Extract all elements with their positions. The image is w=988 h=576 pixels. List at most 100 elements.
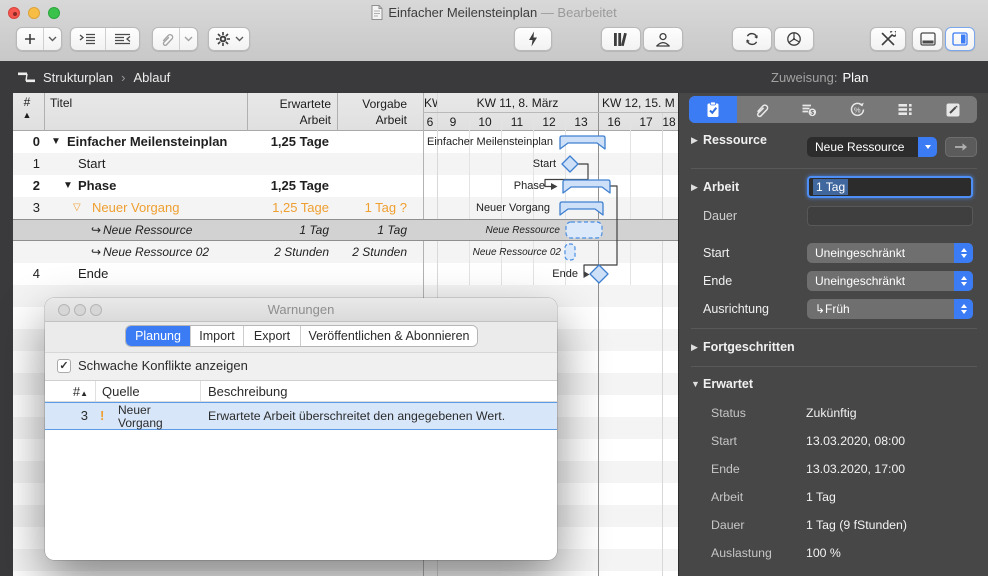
action-menu-button[interactable] <box>208 27 250 51</box>
section-erwartet[interactable]: Erwartet <box>703 376 753 392</box>
conflicts-button[interactable] <box>514 27 552 51</box>
day-header-11[interactable]: 11 <box>501 115 533 129</box>
row-title[interactable]: Ende <box>78 263 108 285</box>
outdent-button[interactable] <box>105 28 139 50</box>
dauer-field[interactable] <box>807 206 973 226</box>
toggle-right-panel-button[interactable] <box>945 27 975 51</box>
document-icon <box>371 5 383 20</box>
add-split-button[interactable] <box>16 27 62 51</box>
attach-button[interactable] <box>153 28 179 50</box>
disclosure-triangle[interactable]: ▶ <box>691 339 698 355</box>
start-popup[interactable]: Uneingeschränkt <box>807 243 973 263</box>
tab-costs[interactable]: $ <box>785 96 833 123</box>
tab-export[interactable]: Export <box>244 326 301 346</box>
add-options-button[interactable] <box>44 28 61 50</box>
disclosure-triangle[interactable]: ▼ <box>691 376 700 392</box>
ausrichtung-value: ↳Früh <box>807 302 954 316</box>
row-title[interactable]: Neuer Vorgang <box>92 197 179 219</box>
table-row-selected[interactable]: ↪ Neue Ressource 1 Tag 1 Tag <box>13 219 678 241</box>
erwartet-start-value: 13.03.2020, 08:00 <box>806 433 905 449</box>
column-header-titel[interactable]: Titel <box>50 96 72 110</box>
resources-button[interactable] <box>643 27 683 51</box>
toggle-bottom-panel-button[interactable] <box>912 27 943 51</box>
breadcrumb-ablauf[interactable]: Ablauf <box>133 70 170 85</box>
warning-badge-icon: ! <box>100 403 104 429</box>
tab-import[interactable]: Import <box>191 326 244 346</box>
warnings-column-num[interactable]: #▲ <box>45 381 88 403</box>
row-vorgabe <box>337 153 423 175</box>
row-title[interactable]: Neue Ressource <box>103 219 192 241</box>
day-header-10[interactable]: 10 <box>469 115 501 129</box>
popup-stepper <box>954 271 973 291</box>
outdent-icon <box>114 33 131 45</box>
table-row[interactable]: ↪ Neue Ressource 02 2 Stunden 2 Stunden <box>13 241 678 263</box>
breadcrumb-structurplan[interactable]: Strukturplan <box>43 70 113 85</box>
column-header-num[interactable]: # ▲ <box>13 96 41 122</box>
library-button[interactable] <box>601 27 641 51</box>
gantt-label-neuer-vorgang: Neuer Vorgang <box>423 201 550 215</box>
ausrichtung-popup[interactable]: ↳Früh <box>807 299 973 319</box>
arbeit-field[interactable]: 1 Tag <box>807 176 973 198</box>
disclosure-triangle[interactable]: ▽ <box>73 197 81 219</box>
add-button[interactable] <box>17 28 43 50</box>
weak-conflicts-checkbox[interactable]: ✓ <box>57 359 71 373</box>
attach-options-button[interactable] <box>180 28 197 50</box>
table-row[interactable]: 1 Start <box>13 153 678 175</box>
week-header-kw12[interactable]: KW 12, 15. M <box>602 96 678 110</box>
row-erwartete: 1,25 Tage <box>247 131 337 153</box>
column-header-erwartete-arbeit[interactable]: Erwartete Arbeit <box>247 96 331 128</box>
table-row[interactable]: 0 ▼ Einfacher Meilensteinplan 1,25 Tage <box>13 131 678 153</box>
column-divider <box>95 381 96 401</box>
person-icon <box>655 32 671 47</box>
note-pencil-icon <box>945 102 961 118</box>
publish-button[interactable] <box>774 27 814 51</box>
tab-planung[interactable]: Planung <box>126 326 191 346</box>
attach-split-button[interactable] <box>152 27 198 51</box>
tab-notes[interactable] <box>929 96 977 123</box>
warning-row[interactable]: 3 ! Neuer Vorgang Erwartete Arbeit übers… <box>45 402 557 430</box>
week-header-kw11[interactable]: KW 11, 8. März <box>437 96 598 110</box>
week-header-partial[interactable]: KW <box>424 96 437 110</box>
go-to-resource-button[interactable] <box>945 137 977 157</box>
ende-popup[interactable]: Uneingeschränkt <box>807 271 973 291</box>
chevron-down-icon <box>184 36 193 42</box>
tab-assignment[interactable] <box>689 96 737 123</box>
add-icon <box>23 32 37 46</box>
ressource-popup[interactable]: Neue Ressource <box>807 137 937 157</box>
disclosure-triangle[interactable]: ▶ <box>691 132 698 148</box>
breadcrumb[interactable]: Strukturplan › Ablauf <box>18 61 170 93</box>
sync-button[interactable] <box>732 27 772 51</box>
tab-links[interactable] <box>737 96 785 123</box>
tab-fields[interactable] <box>881 96 929 123</box>
tab-recurrence[interactable]: % <box>833 96 881 123</box>
row-title[interactable]: Phase <box>78 175 116 197</box>
row-title[interactable]: Einfacher Meilensteinplan <box>67 131 227 153</box>
warnings-column-quelle[interactable]: Quelle <box>102 381 140 403</box>
disclosure-triangle[interactable]: ▶ <box>691 179 698 195</box>
inspector-tab-bar: $ % <box>689 96 977 123</box>
warnings-column-beschreibung[interactable]: Beschreibung <box>208 381 288 403</box>
table-row[interactable]: 3 ▽ Neuer Vorgang 1,25 Tage 1 Tag ? <box>13 197 678 219</box>
column-header-vorgabe-arbeit[interactable]: Vorgabe Arbeit <box>337 96 407 128</box>
day-header-9[interactable]: 9 <box>437 115 469 129</box>
section-fortgeschritten[interactable]: Fortgeschritten <box>703 339 795 355</box>
disclosure-triangle[interactable]: ▼ <box>63 175 73 197</box>
day-header-6[interactable]: 6 <box>423 115 437 129</box>
tab-veroeffentlichen[interactable]: Veröffentlichen & Abonnieren <box>301 326 477 346</box>
day-header-13[interactable]: 13 <box>565 115 597 129</box>
day-header-17[interactable]: 17 <box>630 115 662 129</box>
day-header-18[interactable]: 18 <box>660 115 678 129</box>
day-header-12[interactable]: 12 <box>533 115 565 129</box>
row-title[interactable]: Neue Ressource 02 <box>103 241 209 263</box>
settings-button[interactable] <box>870 27 906 51</box>
row-vorgabe: 1 Tag ? <box>337 197 423 219</box>
ressource-label: Ressource <box>703 132 767 148</box>
indent-button[interactable] <box>71 28 105 50</box>
disclosure-triangle[interactable]: ▼ <box>51 131 61 153</box>
table-row[interactable]: 4 Ende <box>13 263 678 285</box>
assignment-clipboard-icon <box>705 101 721 118</box>
day-header-16[interactable]: 16 <box>598 115 630 129</box>
left-edge-strip <box>0 93 13 576</box>
table-row[interactable]: 2 ▼ Phase 1,25 Tage <box>13 175 678 197</box>
row-title[interactable]: Start <box>78 153 105 175</box>
